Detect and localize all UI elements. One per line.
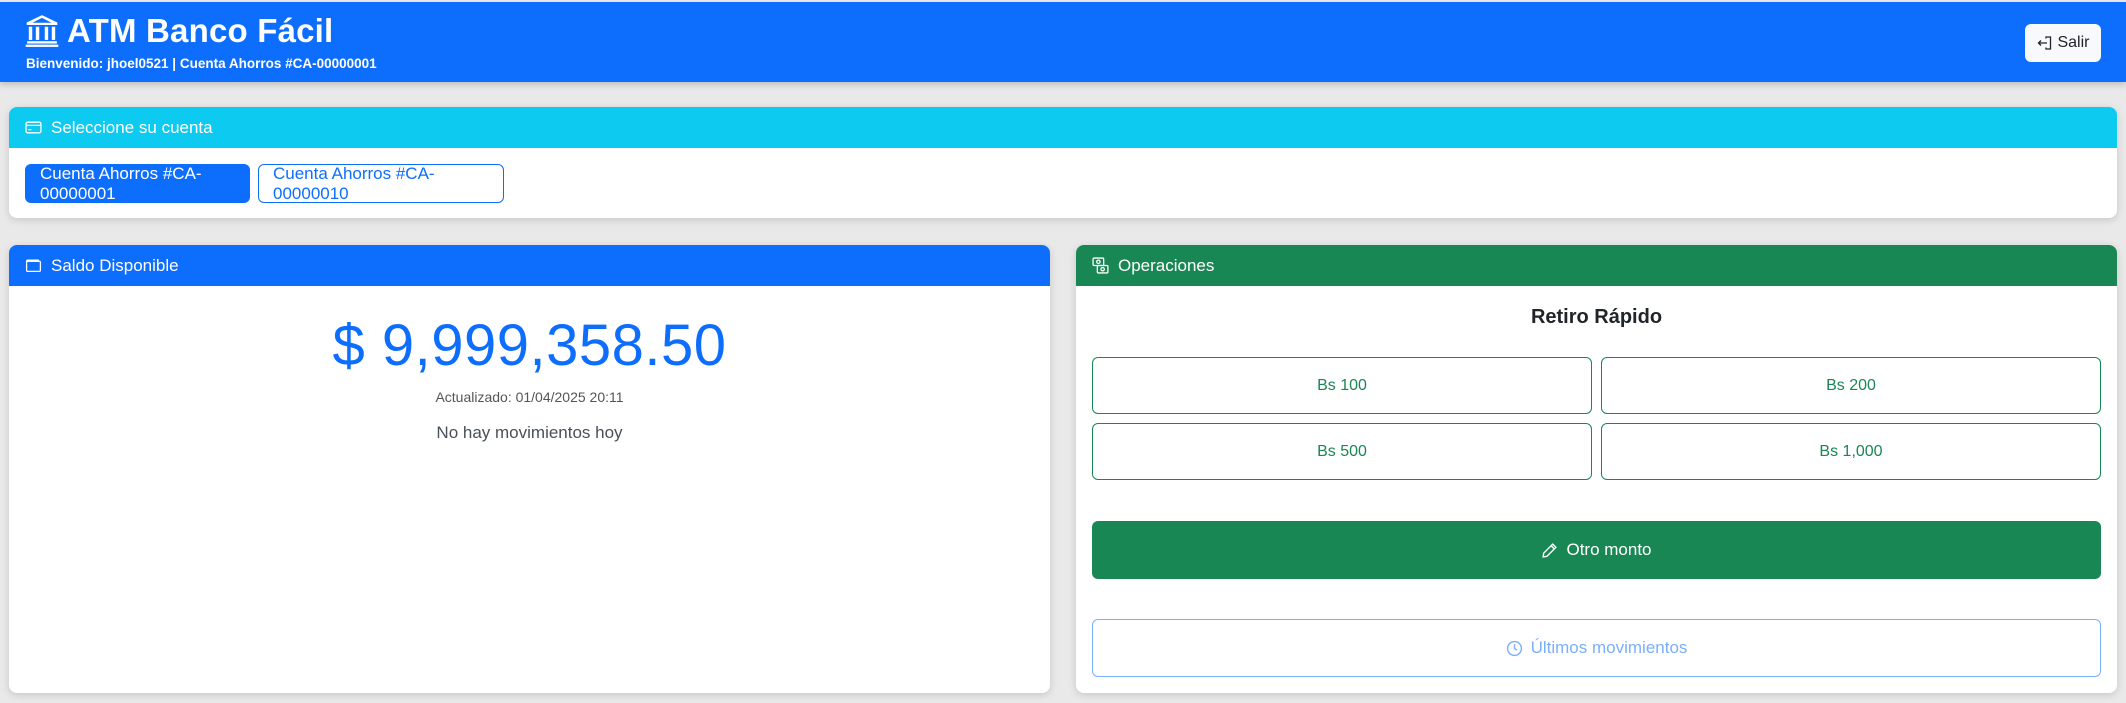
brand: ATM Banco Fácil xyxy=(25,12,333,50)
app-title: ATM Banco Fácil xyxy=(67,12,334,49)
quick-withdraw-100-button[interactable]: Bs 100 xyxy=(1092,357,1592,414)
bank-icon xyxy=(25,14,59,48)
balance-card: Saldo Disponible $ 9,999,358.50 Actualiz… xyxy=(9,245,1050,693)
quick-withdraw-200-button[interactable]: Bs 200 xyxy=(1601,357,2101,414)
logout-label: Salir xyxy=(2057,34,2090,51)
quick-withdraw-title: Retiro Rápido xyxy=(1530,306,1663,328)
clock-icon xyxy=(1506,640,1523,657)
credit-card-icon xyxy=(25,119,42,136)
cash-exchange-icon xyxy=(1092,257,1109,274)
operations-header: Operaciones xyxy=(1076,245,2117,286)
app-header: ATM Banco Fácil Bienvenido: jhoel0521 | … xyxy=(0,2,2126,82)
account-selector-card: Seleccione su cuenta Cuenta Ahorros #CA-… xyxy=(9,107,2117,218)
account-list: Cuenta Ahorros #CA-00000001 Cuenta Ahorr… xyxy=(9,148,2117,218)
recent-movements-button[interactable]: Últimos movimientos xyxy=(1092,619,2101,677)
other-amount-button[interactable]: Otro monto xyxy=(1092,521,2101,579)
other-amount-label: Otro monto xyxy=(1566,540,1652,559)
balance-amount: $ 9,999,358.50 xyxy=(332,313,727,378)
balance-title: Saldo Disponible xyxy=(51,255,179,275)
wallet-icon xyxy=(25,257,42,274)
logout-button[interactable]: Salir xyxy=(2025,24,2101,62)
balance-header: Saldo Disponible xyxy=(9,245,1050,286)
quick-withdraw-1000-button[interactable]: Bs 1,000 xyxy=(1601,423,2101,480)
operations-card: Operaciones Retiro Rápido Bs 100 Bs 200 … xyxy=(1076,245,2117,693)
logout-icon xyxy=(2036,35,2052,51)
balance-body: $ 9,999,358.50 Actualizado: 01/04/2025 2… xyxy=(9,312,1050,443)
account-selector-title: Seleccione su cuenta xyxy=(51,117,213,137)
pencil-icon xyxy=(1541,542,1558,559)
operations-title: Operaciones xyxy=(1118,255,1215,275)
quick-withdraw-grid: Bs 100 Bs 200 Bs 500 Bs 1,000 xyxy=(1092,357,2101,480)
account-selector-header: Seleccione su cuenta xyxy=(9,107,2117,148)
balance-updated-timestamp: Actualizado: 01/04/2025 20:11 xyxy=(435,389,624,405)
account-button-ca-00000010[interactable]: Cuenta Ahorros #CA-00000010 xyxy=(258,164,504,203)
no-movements-note: No hay movimientos hoy xyxy=(436,423,623,442)
account-button-ca-00000001[interactable]: Cuenta Ahorros #CA-00000001 xyxy=(25,164,250,203)
recent-movements-label: Últimos movimientos xyxy=(1530,638,1688,657)
welcome-subtitle: Bienvenido: jhoel0521 | Cuenta Ahorros #… xyxy=(26,56,377,71)
quick-withdraw-500-button[interactable]: Bs 500 xyxy=(1092,423,1592,480)
